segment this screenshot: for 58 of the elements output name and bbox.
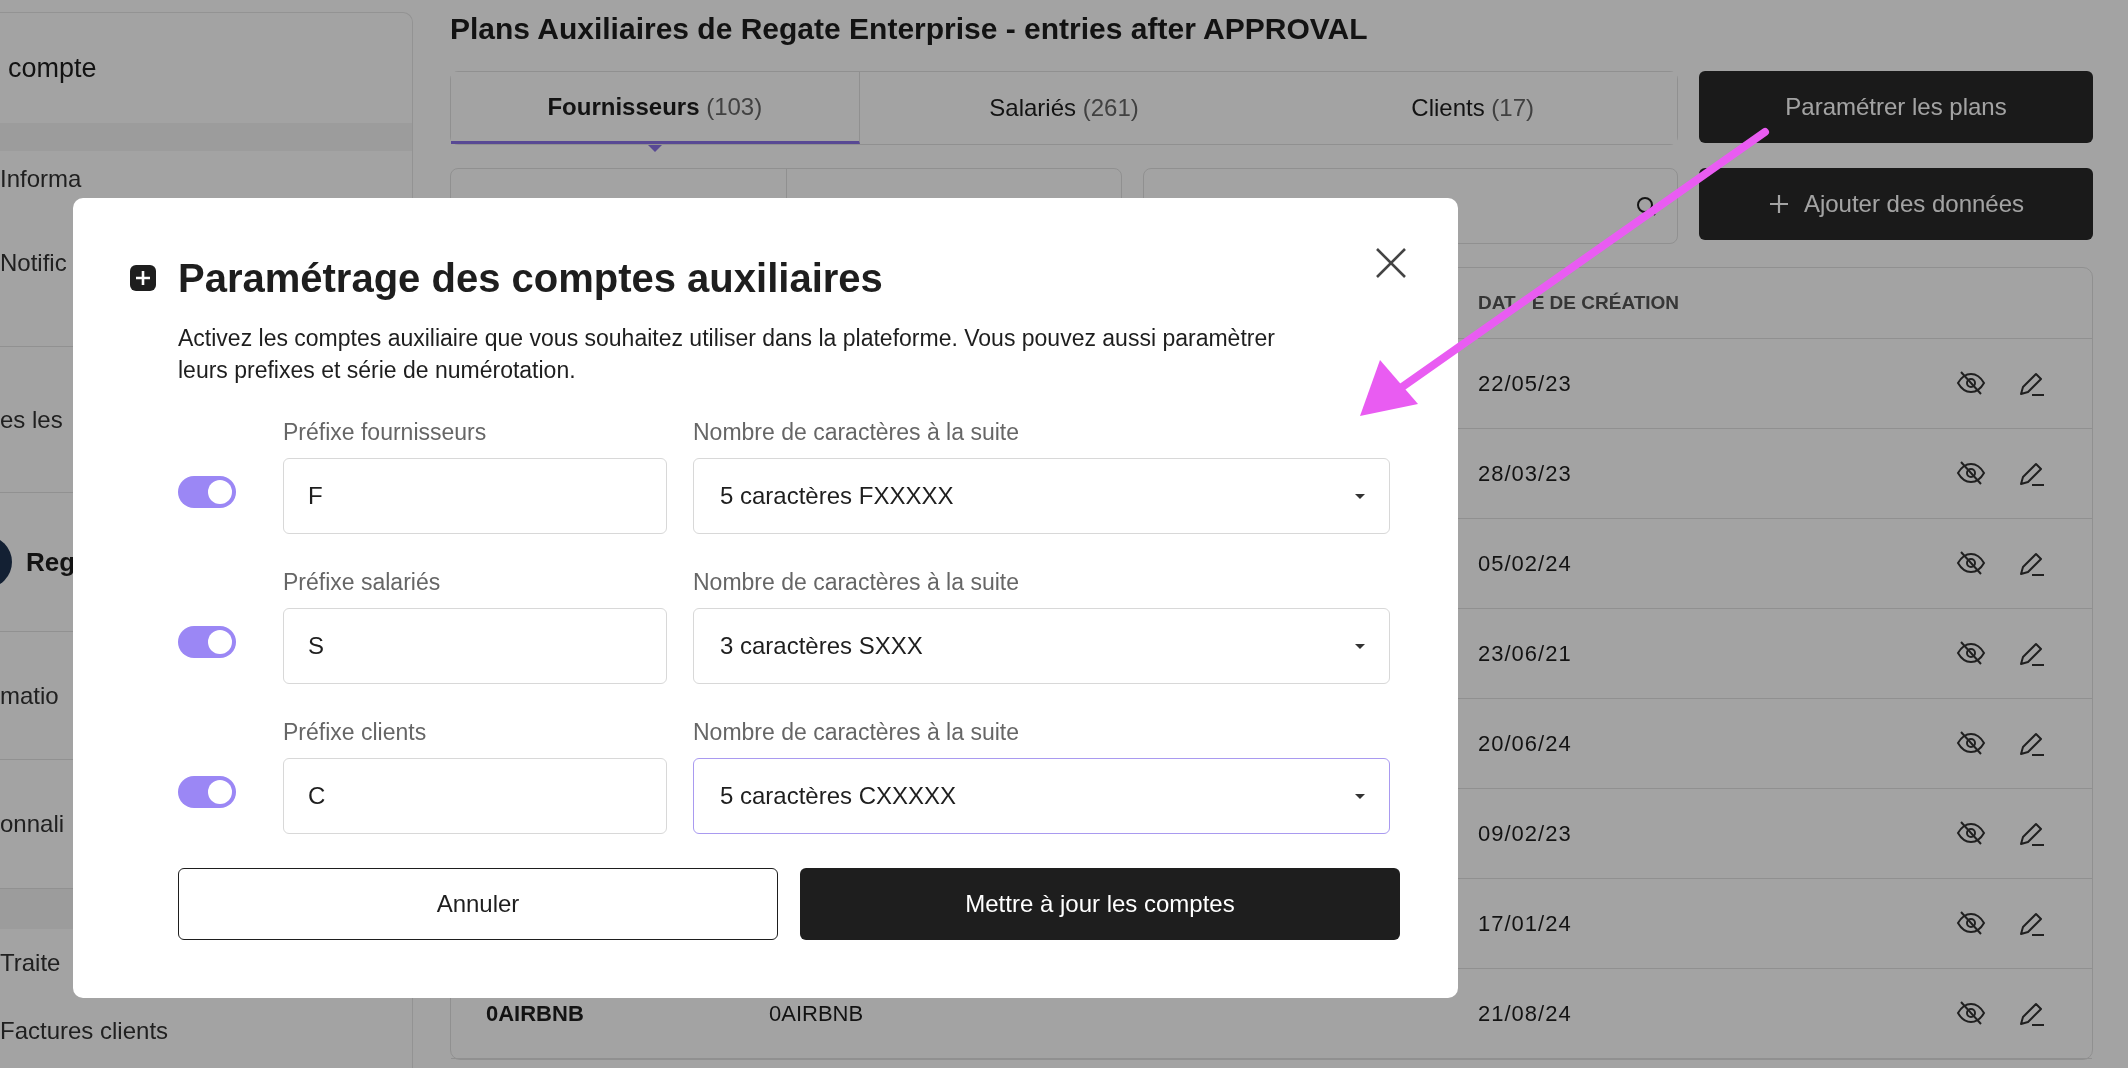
table-cell: 20/06/24	[1478, 730, 1572, 757]
close-icon	[1374, 246, 1408, 280]
hidden-eye-icon[interactable]	[1956, 639, 1986, 667]
modal-description: Activez les comptes auxiliaire que vous souhaitez utiliser dans la plateforme. Vous pouvez aussi paramètrer leurs prefixes et série de numérotation.	[178, 324, 1276, 385]
hidden-eye-icon[interactable]	[1956, 459, 1986, 487]
sidebar-item[interactable]: Factures clients	[0, 1017, 169, 1045]
hidden-eye-icon[interactable]	[1956, 999, 1986, 1027]
account-heading: compte	[8, 52, 97, 84]
prefix-field[interactable]: S	[283, 608, 667, 684]
sidebar-item[interactable]: onnali	[0, 810, 65, 838]
tab[interactable]: Fournisseurs (103)	[451, 72, 860, 144]
field-label: Nombre de caractères à la suite	[693, 419, 1020, 446]
field-label: Nombre de caractères à la suite	[693, 569, 1020, 596]
toggle-switch[interactable]	[178, 776, 236, 808]
configure-button[interactable]: Paramétrer les plans	[1699, 71, 2093, 143]
toggle-switch[interactable]	[178, 476, 236, 508]
table-cell: 0AIRBNB	[486, 1000, 584, 1027]
sidebar-item[interactable]: Informa	[0, 165, 82, 193]
field-label: Préfixe clients	[283, 719, 428, 746]
hidden-eye-icon[interactable]	[1956, 729, 1986, 757]
field-label: Préfixe salariés	[283, 569, 442, 596]
table-cell: 28/03/23	[1478, 460, 1572, 487]
hidden-eye-icon[interactable]	[1956, 549, 1986, 577]
table-cell: 17/01/24	[1478, 910, 1572, 937]
table-cell: 23/06/21	[1478, 640, 1572, 667]
length-select[interactable]: 5 caractères CXXXXX	[693, 758, 1390, 834]
length-select[interactable]: 3 caractères SXXX	[693, 608, 1390, 684]
hidden-eye-icon[interactable]	[1956, 369, 1986, 397]
column-header: DAT	[1478, 292, 1516, 314]
field-label: Préfixe fournisseurs	[283, 419, 488, 446]
close-button[interactable]	[1374, 246, 1408, 280]
table-cell: 09/02/23	[1478, 820, 1572, 847]
hidden-eye-icon[interactable]	[1956, 909, 1986, 937]
prefix-field[interactable]: F	[283, 458, 667, 534]
caret-icon	[1355, 793, 1365, 799]
update-button[interactable]: Mettre à jour les comptes	[800, 868, 1400, 940]
plus-square-icon	[130, 265, 156, 291]
toggle-switch[interactable]	[178, 626, 236, 658]
modal-title: Paramétrage des comptes auxiliaires	[178, 255, 883, 302]
cancel-button[interactable]: Annuler	[178, 868, 778, 940]
length-select[interactable]: 5 caractères FXXXXX	[693, 458, 1390, 534]
page-title: Plans Auxiliaires de Regate Enterprise - entries after APPROVAL	[450, 11, 1369, 47]
table-cell: 05/02/24	[1478, 550, 1572, 577]
add-data-button[interactable]: Ajouter des données	[1699, 168, 2093, 240]
prefix-field[interactable]: C	[283, 758, 667, 834]
sidebar-item[interactable]: es les	[0, 405, 63, 434]
caret-icon	[1355, 493, 1365, 499]
plus-icon	[1767, 193, 1790, 215]
table-cell: 22/05/23	[1478, 370, 1572, 397]
sidebar-item[interactable]: Traite	[0, 949, 61, 977]
table-cell: 21/08/24	[1478, 1000, 1572, 1027]
sidebar-item[interactable]: Notific	[0, 249, 67, 277]
table-cell: 0AIRBNB	[769, 1000, 864, 1027]
field-label: Nombre de caractères à la suite	[693, 719, 1020, 746]
sidebar-item[interactable]: matio	[0, 681, 59, 710]
caret-icon	[1355, 643, 1365, 649]
tab-pointer	[648, 145, 663, 152]
hidden-eye-icon[interactable]	[1956, 819, 1986, 847]
